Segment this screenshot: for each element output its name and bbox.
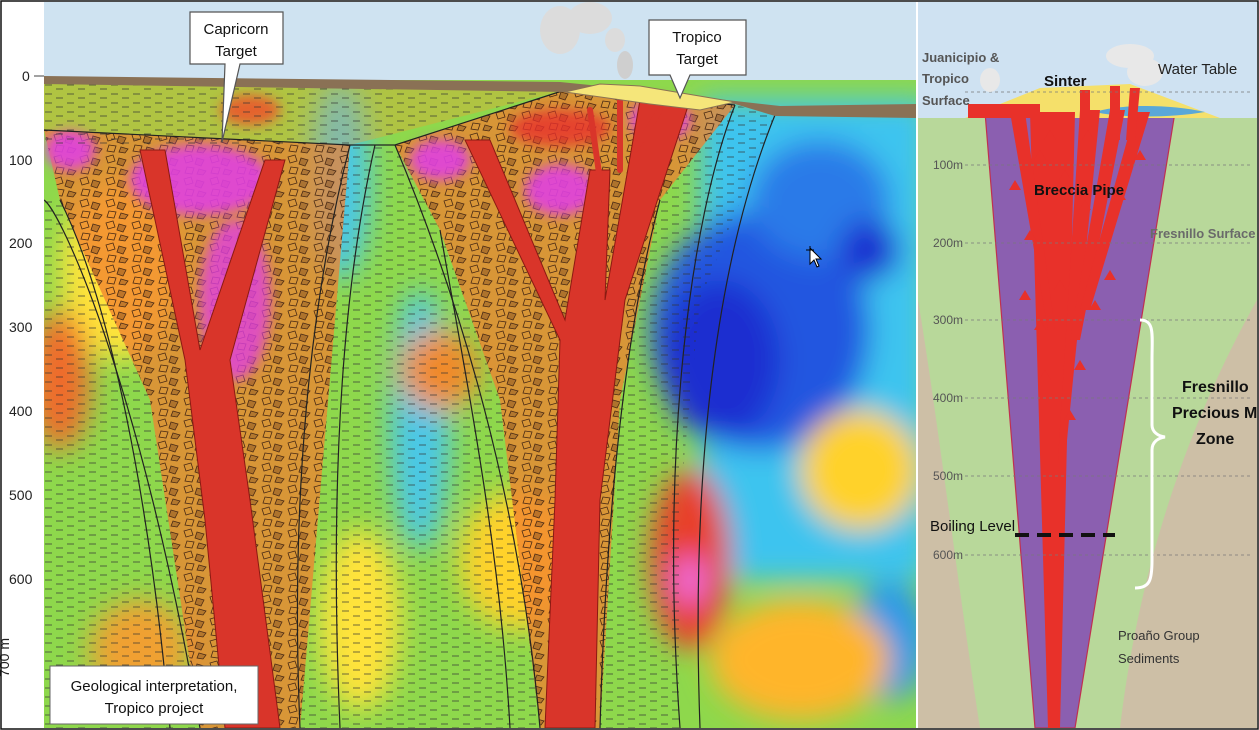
depth-label-600m: 600m [933, 548, 963, 562]
capricorn-callout-line2: Target [215, 43, 258, 60]
resistivity-section: 0 100 200 300 400 500 600 700 m Capricor… [0, 2, 917, 728]
surface-label-line3: Surface [922, 93, 970, 108]
sediments-label-line2: Sediments [1118, 651, 1180, 666]
sediments-label-line1: Proaño Group [1118, 628, 1200, 643]
surface-label-line1: Juanicipio & [922, 50, 999, 65]
depth-tick-200: 200 [9, 235, 33, 251]
water-table-label: Water Table [1158, 61, 1237, 78]
depth-tick-400: 400 [9, 403, 33, 419]
schematic-model: Juanicipio & Tropico Surface Sinter Wate… [918, 2, 1259, 728]
zone-label-line1: Fresnillo [1182, 379, 1249, 396]
breccia-pipe-label: Breccia Pipe [1034, 182, 1124, 199]
depth-label-100m: 100m [933, 158, 963, 172]
depth-label-500m: 500m [933, 469, 963, 483]
sinter-label: Sinter [1044, 73, 1087, 90]
depth-tick-0: 0 [22, 68, 30, 84]
tropico-callout-line2: Target [676, 51, 719, 68]
caption-line2: Tropico project [105, 700, 204, 717]
depth-tick-500: 500 [9, 487, 33, 503]
sky [44, 2, 916, 82]
caption-box: Geological interpretation, Tropico proje… [49, 665, 259, 725]
caption-line1: Geological interpretation, [71, 678, 238, 695]
depth-tick-300: 300 [9, 319, 33, 335]
surface-label-line2: Tropico [922, 71, 969, 86]
depth-label-400m: 400m [933, 391, 963, 405]
figure-canvas: 0 100 200 300 400 500 600 700 m Capricor… [0, 0, 1259, 730]
capricorn-callout-line1: Capricorn [203, 21, 268, 38]
fresnillo-surface-label: Fresnillo Surface [1150, 226, 1255, 241]
depth-tick-100: 100 [9, 152, 33, 168]
tropico-callout-line1: Tropico [672, 29, 721, 46]
zone-label-line2: Precious Meta [1172, 405, 1259, 422]
depth-tick-600: 600 [9, 571, 33, 587]
boiling-level-label: Boiling Level [930, 518, 1015, 535]
depth-tick-700: 700 m [0, 638, 12, 677]
geology-figure: 0 100 200 300 400 500 600 700 m Capricor… [0, 0, 1259, 730]
depth-label-200m: 200m [933, 236, 963, 250]
depth-label-300m: 300m [933, 313, 963, 327]
zone-label-line3: Zone [1196, 431, 1234, 448]
